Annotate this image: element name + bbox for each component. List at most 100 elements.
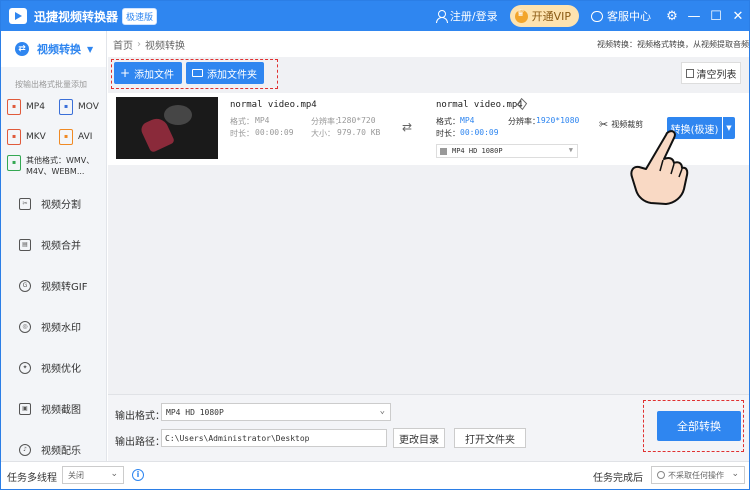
mkv-file-icon: ▪ [7, 129, 21, 145]
open-folder-button[interactable]: 打开文件夹 [454, 428, 526, 448]
chevron-down-icon: ⌄ [110, 469, 118, 479]
target-duration-label: 时长： [436, 129, 460, 138]
ban-icon [657, 471, 665, 479]
format-mp4[interactable]: ▪ MP4 [7, 99, 59, 115]
sidebar-item-label: 视频优化 [41, 364, 81, 375]
convert-all-button[interactable]: 全部转换 [657, 411, 741, 441]
output-path-field[interactable]: C:\Users\Administrator\Desktop [161, 429, 387, 447]
title-bar: 迅捷视频转换器 极速版 注册/登录 开通VIP 客服中心 ⚙ — ☐ ✕ [1, 1, 749, 31]
video-thumbnail[interactable] [116, 97, 218, 159]
add-file-label: 添加文件 [134, 69, 175, 81]
change-directory-button[interactable]: 更改目录 [393, 428, 445, 448]
format-other[interactable]: ▪ 其他格式：WMV、 M4V、WEBM... [1, 145, 106, 183]
sidebar-item-label: 视频水印 [41, 323, 81, 334]
shuffle-icon: ⇄ [402, 120, 413, 134]
item-output-format-value: MP4 HD 1080P [452, 147, 503, 155]
login-link[interactable]: 注册/登录 [435, 8, 498, 24]
sidebar-item-gif[interactable]: G 视频转GIF [1, 265, 106, 306]
sidebar-item-video-convert[interactable]: ⇄ 视频转换 ▼ [1, 31, 106, 67]
crown-icon [514, 9, 528, 23]
edition-badge: 极速版 [122, 7, 158, 25]
add-folder-button[interactable]: 添加文件夹 [186, 62, 264, 84]
add-file-button[interactable]: + 添加文件 [114, 62, 182, 84]
chat-icon [591, 10, 603, 22]
format-label: MOV [78, 102, 99, 112]
app-logo-icon [9, 8, 27, 24]
login-label: 注册/登录 [449, 10, 498, 23]
multithread-label: 任务多线程 [7, 473, 57, 484]
avi-file-icon: ▪ [59, 129, 73, 145]
toolbar: + 添加文件 添加文件夹 清空列表 [108, 57, 749, 93]
sidebar-item-screenshot[interactable]: ▣ 视频截图 [1, 388, 106, 429]
output-format-select[interactable]: MP4 HD 1080P ⌄ [161, 403, 391, 421]
sidebar-item-music[interactable]: ♪ 视频配乐 [1, 429, 106, 461]
target-format: MP4 [460, 116, 475, 125]
item-output-format-select[interactable]: MP4 HD 1080P ▼ [436, 144, 578, 158]
multithread-select[interactable]: 关闭 ⌄ [62, 466, 124, 484]
status-bar: 任务多线程 关闭 ⌄ i 任务完成后 不采取任何操作 ⌄ [1, 461, 749, 489]
sidebar-item-label: 视频转GIF [41, 282, 88, 293]
plus-icon: + [120, 66, 131, 80]
sidebar-item-label: 视频分割 [41, 200, 81, 211]
split-icon: ✂ [19, 197, 31, 210]
close-button[interactable]: ✕ [727, 1, 749, 31]
main-panel: 首页 › 视频转换 视频转换：视频格式转换，从视频提取音频 + 添加文件 添加文… [108, 31, 749, 461]
minimize-button[interactable]: — [683, 1, 705, 31]
format-mov[interactable]: ▪ MOV [59, 99, 106, 115]
maximize-button[interactable]: ☐ [705, 1, 727, 31]
format-avi[interactable]: ▪ AVI [59, 129, 106, 145]
output-format-label: 输出格式： [115, 411, 165, 422]
multithread-value: 关闭 [68, 470, 84, 480]
sidebar-item-optimize[interactable]: ✦ 视频优化 [1, 347, 106, 388]
app-title: 迅捷视频转换器 [34, 9, 119, 24]
breadcrumb-home[interactable]: 首页 [113, 37, 133, 52]
sidebar-item-split[interactable]: ✂ 视频分割 [1, 183, 106, 224]
info-icon[interactable]: i [132, 469, 144, 481]
pointing-hand-icon [630, 130, 689, 205]
sidebar-item-label: 视频合并 [41, 241, 81, 252]
chevron-down-icon: ⌄ [731, 469, 739, 479]
clear-list-label: 清空列表 [696, 69, 737, 81]
source-resolution: 1280*720 [337, 116, 376, 125]
sidebar-item-merge[interactable]: ▤ 视频合并 [1, 224, 106, 265]
source-duration: 00:00:09 [255, 128, 294, 137]
mp4-file-icon: ▪ [7, 99, 21, 115]
watermark-icon: ◎ [19, 320, 31, 333]
folder-icon [192, 69, 203, 77]
format-mkv[interactable]: ▪ MKV [7, 129, 59, 145]
chevron-down-icon: ⌄ [379, 406, 385, 416]
page-description: 视频转换：视频格式转换，从视频提取音频 [597, 40, 749, 49]
target-resolution: 1920*1080 [536, 116, 580, 125]
breadcrumb: 首页 › 视频转换 视频转换：视频格式转换，从视频提取音频 [108, 31, 749, 57]
breadcrumb-separator: › [137, 38, 141, 50]
target-format-label: 格式： [436, 117, 460, 126]
vip-button[interactable]: 开通VIP [509, 5, 579, 27]
vip-label: 开通VIP [531, 10, 571, 23]
customer-service-link[interactable]: 客服中心 [591, 8, 651, 24]
after-task-label: 任务完成后 [593, 473, 643, 484]
trash-icon [685, 68, 694, 78]
chevron-down-icon: ▼ [568, 146, 573, 154]
convert-dropdown-button[interactable]: ▼ [723, 117, 735, 139]
source-size: 979.70 KB [337, 128, 381, 137]
sidebar-item-label: 视频配乐 [41, 446, 81, 457]
optimize-icon: ✦ [19, 361, 31, 374]
source-file-name: normal video.mp4 [230, 100, 317, 110]
settings-icon[interactable]: ⚙ [661, 1, 683, 31]
other-format-line1: 其他格式：WMV、 [26, 156, 95, 165]
sidebar-item-watermark[interactable]: ◎ 视频水印 [1, 306, 106, 347]
after-task-select[interactable]: 不采取任何操作 ⌄ [651, 466, 745, 484]
service-label: 客服中心 [607, 10, 651, 23]
convert-icon: ⇄ [15, 42, 29, 56]
scissors-icon: ✂ [599, 118, 609, 131]
clear-list-button[interactable]: 清空列表 [681, 62, 741, 84]
sidebar-active-label: 视频转换 [37, 43, 81, 56]
format-label: MKV [26, 132, 46, 142]
output-path-value: C:\Users\Administrator\Desktop [165, 433, 310, 443]
after-task-value: 不采取任何操作 [668, 470, 724, 480]
mov-file-icon: ▪ [59, 99, 73, 115]
format-swatch-icon [440, 147, 447, 155]
output-format-value: MP4 HD 1080P [166, 407, 224, 417]
source-size-label: 大小： [311, 129, 335, 138]
user-icon [435, 10, 448, 23]
